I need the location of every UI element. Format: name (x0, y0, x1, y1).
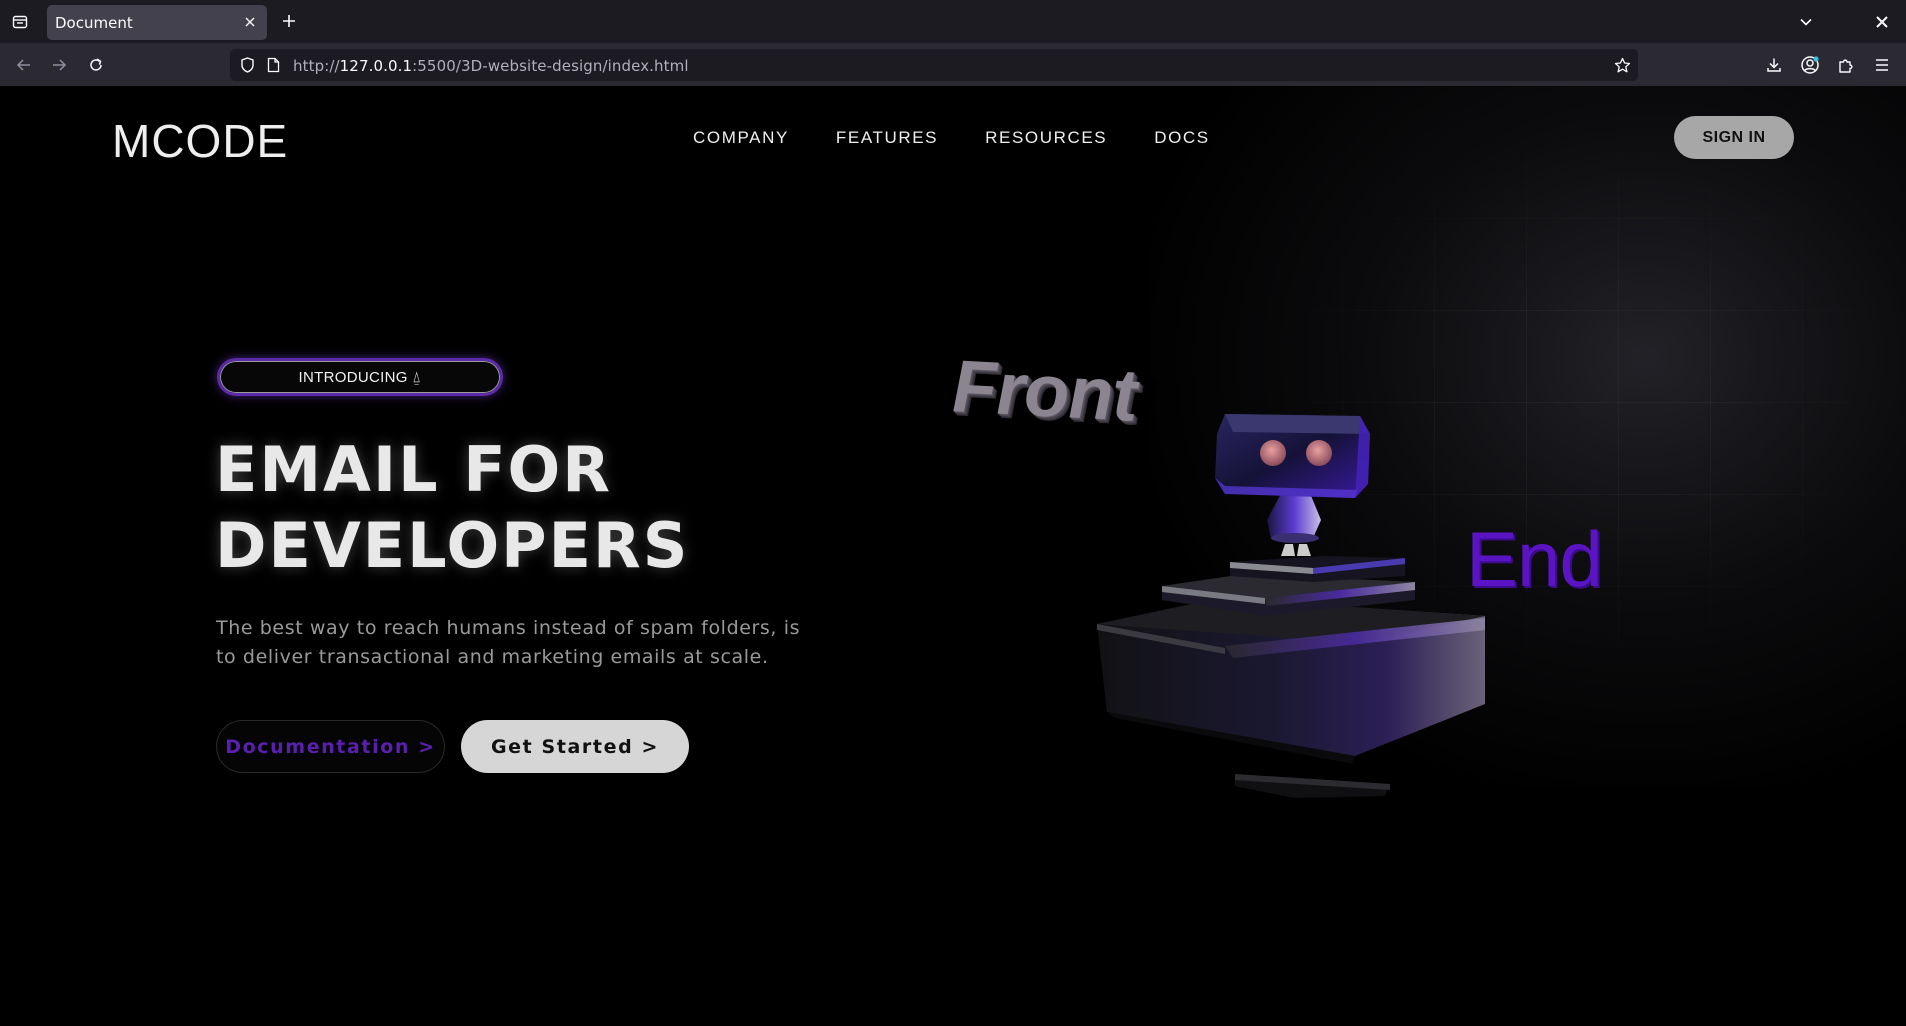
shield-icon[interactable] (238, 56, 256, 74)
hero-title: EMAIL FOR DEVELOPERS (215, 432, 689, 584)
nav-item-resources[interactable]: RESOURCES (985, 128, 1107, 148)
close-icon[interactable] (239, 11, 261, 33)
chevron-down-icon[interactable] (1794, 10, 1818, 34)
hero-title-line-2: DEVELOPERS (215, 509, 690, 582)
browser-tab[interactable]: Document (47, 5, 267, 40)
star-icon[interactable] (1612, 55, 1632, 75)
download-icon[interactable] (1762, 53, 1786, 77)
nav-item-docs[interactable]: DOCS (1154, 128, 1210, 148)
robot-illustration (1097, 414, 1485, 798)
account-icon[interactable] (1798, 53, 1822, 77)
documentation-button[interactable]: Documentation > (216, 720, 445, 773)
introducing-badge: INTRODUCING ⍙ (217, 358, 503, 396)
sign-in-button[interactable]: SIGN IN (1674, 116, 1794, 159)
hero-title-line-1: EMAIL FOR (215, 433, 612, 506)
url-text[interactable]: http://127.0.0.1:5500/3D-website-design/… (293, 57, 689, 75)
reload-icon[interactable] (83, 52, 109, 78)
tab-list-icon[interactable] (8, 10, 32, 34)
url-host: 127.0.0.1 (339, 57, 413, 75)
hamburger-menu-icon[interactable] (1870, 53, 1894, 77)
site-logo[interactable]: MCODE (112, 114, 288, 168)
forward-arrow-icon[interactable] (46, 52, 72, 78)
url-bar[interactable]: http://127.0.0.1:5500/3D-website-design/… (230, 49, 1638, 81)
main-navigation: COMPANY FEATURES RESOURCES DOCS (693, 128, 1257, 148)
tab-title: Document (55, 14, 133, 32)
nav-item-features[interactable]: FEATURES (836, 128, 938, 148)
hero-description: The best way to reach humans instead of … (216, 617, 801, 668)
browser-tab-bar: Document (0, 0, 1906, 43)
nav-item-company[interactable]: COMPANY (693, 128, 789, 148)
url-prefix: http:// (293, 57, 340, 75)
back-arrow-icon[interactable] (11, 52, 37, 78)
browser-navigation-bar: http://127.0.0.1:5500/3D-website-design/… (0, 43, 1906, 86)
window-close-icon[interactable] (1870, 10, 1894, 34)
page-icon[interactable] (264, 56, 282, 74)
plus-icon[interactable] (278, 10, 300, 32)
get-started-button[interactable]: Get Started > (461, 720, 689, 773)
url-path: :5500/3D-website-design/index.html (412, 57, 689, 75)
extensions-icon[interactable] (1834, 53, 1858, 77)
web-page: MCODE COMPANY FEATURES RESOURCES DOCS SI… (0, 86, 1906, 1026)
